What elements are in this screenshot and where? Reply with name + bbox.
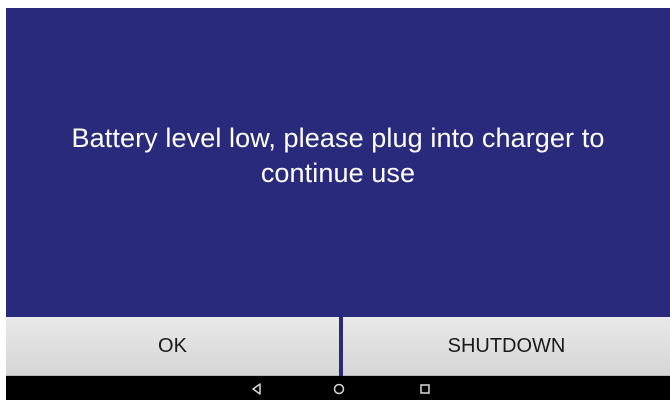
ok-button[interactable]: OK — [6, 317, 339, 377]
android-navigation-bar — [6, 376, 670, 400]
battery-low-message: Battery level low, please plug into char… — [71, 122, 605, 188]
recent-apps-icon[interactable] — [418, 382, 432, 396]
battery-low-screen: Battery level low, please plug into char… — [6, 8, 670, 400]
message-area: Battery level low, please plug into char… — [6, 8, 670, 313]
shutdown-button[interactable]: SHUTDOWN — [343, 317, 670, 377]
back-icon[interactable] — [250, 382, 264, 396]
dialog-button-row: OK SHUTDOWN — [6, 313, 670, 377]
home-icon[interactable] — [332, 382, 346, 396]
